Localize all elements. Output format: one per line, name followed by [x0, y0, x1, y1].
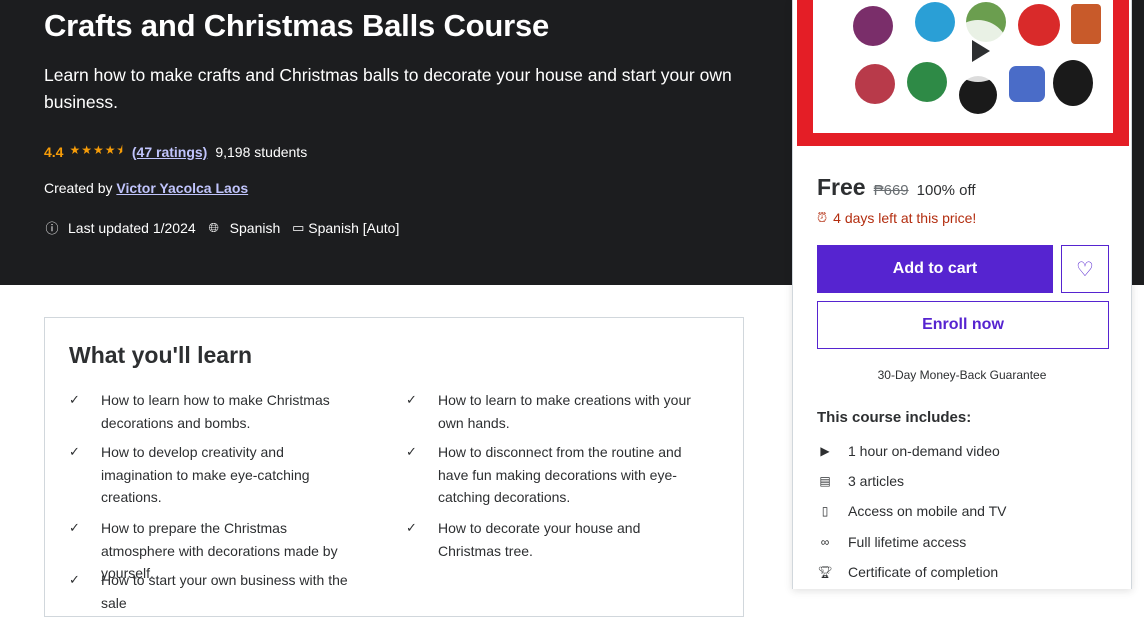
ornament-image	[915, 2, 955, 42]
learn-item: ✓ How to decorate your house and Christma…	[406, 517, 696, 562]
enroll-now-button[interactable]: Enroll now	[817, 301, 1109, 349]
ratings-link[interactable]: (47 ratings)	[132, 144, 207, 160]
learn-item: ✓ How to learn to make creations with you…	[406, 389, 696, 434]
article-icon: ▤	[819, 474, 831, 488]
check-icon: ✓	[69, 520, 80, 535]
ornament-image	[1071, 4, 1101, 44]
learn-item-text: How to learn to make creations with your…	[438, 392, 691, 431]
captions-icon: ▭	[292, 219, 305, 235]
learn-item: ✓ How to start your own business with the…	[69, 569, 359, 614]
learn-item: ✓ How to learn how to make Christmas deco…	[69, 389, 359, 434]
alert-clock-icon: ⓘ	[45, 221, 59, 236]
include-label: 1 hour on-demand video	[848, 443, 1000, 459]
check-icon: ✓	[406, 444, 417, 459]
include-item: ▶ 1 hour on-demand video	[817, 443, 1000, 459]
include-item: ∞ Full lifetime access	[817, 534, 967, 550]
include-label: Access on mobile and TV	[848, 503, 1007, 519]
include-label: Full lifetime access	[848, 534, 967, 550]
play-triangle	[971, 40, 990, 62]
course-subtitle: Learn how to make crafts and Christmas b…	[44, 65, 732, 112]
instructor-link[interactable]: Victor Yacolca Laos	[116, 180, 248, 196]
original-price: ₱669	[873, 182, 909, 199]
includes-heading: This course includes:	[817, 409, 972, 426]
check-icon: ✓	[69, 392, 80, 407]
students-count: 9,198 students	[215, 143, 308, 160]
created-by: Created by Victor Yacolca Laos	[44, 180, 248, 196]
include-label: 3 articles	[848, 473, 905, 489]
check-icon: ✓	[69, 444, 80, 459]
rating-value: 4.4	[44, 143, 64, 160]
video-icon: ▶	[820, 444, 830, 458]
learn-item-text: How to learn how to make Christmas decor…	[101, 392, 330, 431]
trophy-icon: 🏆︎	[817, 565, 833, 579]
course-preview[interactable]	[797, 0, 1129, 146]
ornament-image	[853, 6, 893, 46]
deadline-text: 4 days left at this price!	[833, 210, 977, 226]
mobile-icon: ▯	[821, 504, 829, 518]
star-rating-icon: ★★★★⯨	[69, 143, 124, 157]
check-icon: ✓	[406, 392, 417, 407]
add-to-cart-button[interactable]: Add to cart	[817, 245, 1053, 293]
alarm-clock-icon: ⏰︎	[817, 210, 828, 225]
wishlist-button[interactable]: ♡	[1061, 245, 1109, 293]
preview-image	[813, 0, 1113, 133]
ornament-image	[1009, 66, 1045, 102]
course-title: Crafts and Christmas Balls Course	[44, 8, 550, 43]
include-item: ▤ 3 articles	[817, 473, 904, 489]
ornament-image	[855, 64, 895, 104]
learn-heading: What you'll learn	[69, 342, 253, 368]
check-icon: ✓	[69, 572, 80, 587]
price-row: Free ₱669 100% off	[817, 174, 976, 201]
language-item: 🌐︎ Spanish	[206, 219, 281, 236]
infinity-icon: ∞	[820, 535, 830, 549]
learn-item: ✓ How to disconnect from the routine and …	[406, 441, 696, 509]
play-icon[interactable]	[947, 20, 1009, 82]
deadline-notice: ⏰︎ 4 days left at this price!	[817, 210, 976, 226]
captions-item: ▭ Spanish [Auto]	[290, 220, 399, 236]
created-by-label: Created by	[44, 180, 113, 196]
include-label: Certificate of completion	[848, 564, 999, 580]
last-updated-item: ⓘ Last updated 1/2024	[44, 218, 196, 237]
course-meta: ⓘ Last updated 1/2024 🌐︎ Spanish ▭ Spanish …	[44, 218, 409, 237]
learn-item-text: How to start your own business with the …	[101, 572, 348, 611]
current-price: Free	[817, 174, 866, 200]
learn-item-text: How to decorate your house and Christmas…	[438, 520, 641, 559]
language: Spanish	[229, 219, 281, 236]
include-item: 🏆︎ Certificate of completion	[817, 564, 998, 580]
discount-label: 100% off	[916, 182, 976, 199]
ornament-image	[907, 62, 947, 102]
learn-item: ✓ How to develop creativity and imaginati…	[69, 441, 359, 509]
rating-row: 4.4 ★★★★⯨ (47 ratings) 9,198 students	[44, 141, 307, 162]
ornament-image	[1018, 4, 1060, 46]
check-icon: ✓	[406, 520, 417, 535]
money-back-guarantee: 30-Day Money-Back Guarantee	[877, 368, 1047, 382]
ornament-image	[1053, 60, 1093, 106]
captions: Spanish [Auto]	[308, 219, 400, 236]
purchase-card: Free ₱669 100% off ⏰︎ 4 days left at thi…	[792, 0, 1132, 589]
learn-item-text: How to disconnect from the routine and h…	[438, 444, 682, 505]
include-item: ▯ Access on mobile and TV	[817, 503, 1007, 519]
what-you-learn-box: What you'll learn ✓ How to learn how to m…	[44, 317, 744, 617]
globe-icon: 🌐︎	[208, 219, 219, 235]
heart-icon: ♡	[1076, 258, 1094, 281]
learn-item-text: How to develop creativity and imaginatio…	[101, 444, 310, 505]
last-updated: Last updated 1/2024	[68, 219, 196, 236]
